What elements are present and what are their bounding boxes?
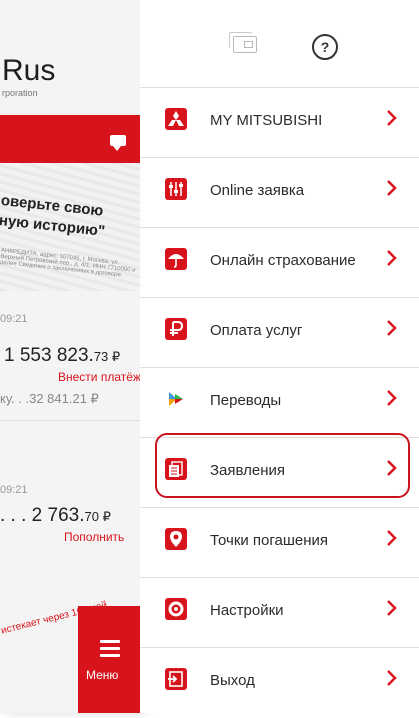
chevron-right-icon bbox=[387, 670, 397, 686]
promo-text: оверьте свою ную историю" bbox=[0, 191, 108, 242]
menu-item-my-mitsubishi[interactable]: MY MITSUBISHI bbox=[140, 88, 419, 158]
highlight-outline bbox=[155, 433, 410, 498]
account-1-amount[interactable]: 1 553 823.73 ₽ bbox=[4, 345, 120, 367]
brand-subtitle: rporation bbox=[2, 88, 38, 98]
account-1-secondary: ку. . .32 841.21 ₽ bbox=[0, 391, 99, 406]
account-2-time: 09:21 bbox=[0, 484, 28, 496]
chevron-right-icon bbox=[387, 110, 397, 126]
divider bbox=[0, 420, 140, 421]
chevron-right-icon bbox=[387, 250, 397, 266]
umbrella-icon bbox=[165, 248, 187, 270]
exit-icon bbox=[165, 668, 187, 690]
ruble-icon bbox=[165, 318, 187, 340]
promo-fine-print: АНКРЕДИТА, адрес: 107045, г. Москва, ул.… bbox=[0, 247, 136, 279]
mitsubishi-logo-icon bbox=[165, 108, 187, 130]
menu-header: ? bbox=[140, 0, 419, 88]
side-menu: ? MY MITSUBISHI Online заявка Онлайн стр… bbox=[140, 0, 419, 713]
pay-link[interactable]: Внести платёж bbox=[58, 370, 140, 384]
account-2-amount-cents: 70 ₽ bbox=[84, 509, 111, 524]
chevron-right-icon bbox=[387, 390, 397, 406]
menu-item-settings[interactable]: Настройки bbox=[140, 578, 419, 648]
hamburger-icon bbox=[100, 640, 120, 661]
menu-item-label: Онлайн страхование bbox=[210, 252, 356, 269]
cards-icon[interactable] bbox=[229, 32, 257, 53]
gear-icon bbox=[165, 598, 187, 620]
menu-item-label: Настройки bbox=[210, 602, 284, 619]
transfer-arrows-icon bbox=[165, 388, 187, 410]
menu-item-payment-points[interactable]: Точки погашения bbox=[140, 508, 419, 578]
account-2-amount[interactable]: . . . 2 763.70 ₽ bbox=[0, 505, 111, 527]
menu-item-pay-services[interactable]: Оплата услуг bbox=[140, 298, 419, 368]
brand-name: Rus bbox=[2, 54, 56, 87]
menu-item-transfers[interactable]: Переводы bbox=[140, 368, 419, 438]
menu-item-online-application[interactable]: Online заявка bbox=[140, 158, 419, 228]
menu-button-label: Меню bbox=[86, 668, 119, 682]
background-page: Rus rporation оверьте свою ную историю" … bbox=[0, 0, 141, 713]
location-pin-icon bbox=[165, 528, 187, 550]
menu-item-label: Переводы bbox=[210, 392, 282, 409]
menu-item-online-insurance[interactable]: Онлайн страхование bbox=[140, 228, 419, 298]
menu-item-label: Online заявка bbox=[210, 182, 305, 199]
menu-item-label: Выход bbox=[210, 672, 255, 689]
menu-item-logout[interactable]: Выход bbox=[140, 648, 419, 718]
sliders-icon bbox=[165, 178, 187, 200]
chevron-right-icon bbox=[387, 180, 397, 196]
account-1-time: 09:21 bbox=[0, 313, 28, 325]
chevron-right-icon bbox=[387, 530, 397, 546]
help-icon[interactable]: ? bbox=[312, 34, 338, 60]
header-banner bbox=[0, 115, 140, 163]
menu-item-label: Оплата услуг bbox=[210, 322, 303, 339]
chevron-right-icon bbox=[387, 320, 397, 336]
top-up-link[interactable]: Пополнить bbox=[64, 530, 124, 544]
account-1-amount-main: 1 553 823. bbox=[4, 345, 94, 366]
menu-item-label: MY MITSUBISHI bbox=[210, 112, 323, 129]
chevron-right-icon bbox=[387, 600, 397, 616]
chat-icon[interactable] bbox=[110, 135, 126, 151]
account-2-amount-main: . . . 2 763. bbox=[0, 505, 85, 526]
promo-banner[interactable]: оверьте свою ную историю" АНКРЕДИТА, адр… bbox=[0, 163, 140, 291]
account-1-amount-cents: 73 ₽ bbox=[93, 349, 121, 364]
menu-button[interactable]: Меню bbox=[78, 606, 140, 713]
menu-item-label: Точки погашения bbox=[210, 532, 329, 549]
